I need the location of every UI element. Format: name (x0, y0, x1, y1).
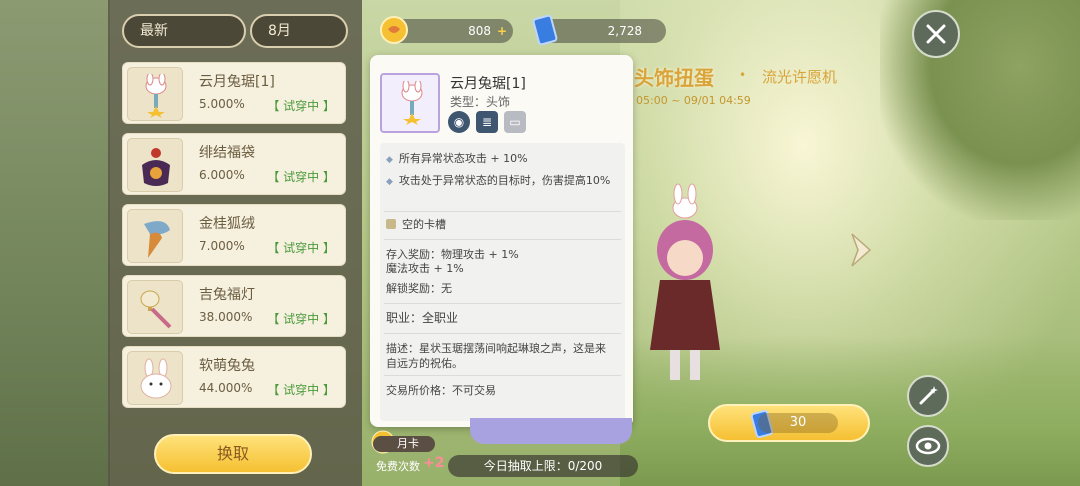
job-line: 职业：全职业 (386, 311, 459, 325)
daily-limit: 今日抽取上限：0/200 (448, 455, 638, 477)
divider (384, 239, 621, 240)
fox-tail-icon (127, 209, 183, 263)
list-item[interactable]: 云月兔琚[1] 5.000% 【 试穿中 】 (122, 62, 346, 124)
trial-status[interactable]: 【 试穿中 】 (267, 310, 335, 327)
eye-icon[interactable]: ◉ (448, 111, 470, 133)
month-filter[interactable]: 8月 (250, 14, 348, 48)
tooltip-item-name: 云月兔琚[1] (450, 76, 526, 92)
item-rate: 5.000% (199, 97, 245, 111)
list-item[interactable]: 软萌兔兔 44.000% 【 试穿中 】 (122, 346, 346, 408)
item-rate: 38.000% (199, 310, 253, 324)
draw-cost-value: 30 (758, 413, 838, 433)
close-button[interactable] (912, 10, 960, 58)
list-item[interactable]: 吉兔福灯 38.000% 【 试穿中 】 (122, 275, 346, 337)
free-count-bonus: +2 (423, 455, 445, 471)
bullet-icon: ◆ (386, 177, 393, 187)
next-arrow-icon[interactable] (846, 230, 876, 270)
description: 描述：星状玉琚摆荡间响起琳琅之声，这是来自远方的祝佑。 (386, 342, 606, 370)
character-preview (650, 183, 720, 380)
tooltip-body: ◆ 所有异常状态攻击 + 10% ◆ 攻击处于异常状态的目标时，伤害提高10% 空的… (380, 143, 625, 421)
item-rate: 6.000% (199, 168, 245, 182)
banner-dot: • (739, 68, 747, 82)
coin-balance: 808 + (380, 16, 513, 44)
bullet-icon: ◆ (386, 155, 393, 165)
divider (384, 375, 621, 376)
item-rate: 7.000% (199, 239, 245, 253)
preview-toggle-button[interactable] (907, 425, 949, 467)
card-slot-label: 空的卡槽 (402, 218, 446, 231)
draw-cost-button[interactable]: 30 (708, 404, 870, 442)
trial-status[interactable]: 【 试穿中 】 (267, 168, 335, 185)
item-name: 吉兔福灯 (199, 287, 255, 303)
card-slot-icon (386, 219, 396, 229)
book-icon[interactable]: ▭ (504, 111, 526, 133)
trial-status[interactable]: 【 试穿中 】 (267, 97, 335, 114)
divider (384, 211, 621, 212)
sort-filter[interactable]: 最新 (122, 14, 246, 48)
rabbit-pendant-icon (127, 67, 183, 121)
item-tooltip: 云月兔琚[1] 类型：头饰 ◉ ≣ ▭ ◆ 所有异常状态攻击 + 10% ◆ 攻击处… (370, 55, 633, 427)
banner-title: 头饰扭蛋 (634, 66, 714, 90)
trial-status[interactable]: 【 试穿中 】 (267, 381, 335, 398)
close-icon (926, 24, 946, 44)
coin-value: 808 (468, 24, 491, 38)
reward-list-panel: 最新 8月 云月兔琚[1] 5.000% 【 试穿中 】 绯结福袋 6.000%… (108, 0, 362, 486)
trial-status[interactable]: 【 试穿中 】 (267, 239, 335, 256)
banner-time: 05:00 ~ 09/01 04:59 (636, 94, 751, 107)
banner-subtitle: 流光许愿机 (762, 68, 838, 86)
tooltip-item-type: 类型：头饰 (450, 95, 511, 109)
coin-icon (380, 16, 408, 44)
deposit-reward: 存入奖励：物理攻击 + 1% (386, 248, 519, 261)
exchange-button[interactable]: 换取 (154, 434, 312, 474)
list-item[interactable]: 金桂狐绒 7.000% 【 试穿中 】 (122, 204, 346, 266)
deposit-reward-2: 魔法攻击 + 1% (386, 262, 464, 275)
effect-line: 攻击处于异常状态的目标时，伤害提高10% (398, 174, 611, 187)
lucky-bag-icon (127, 138, 183, 192)
item-name: 金桂狐绒 (199, 216, 255, 232)
card-info-icon[interactable]: ≣ (476, 111, 498, 133)
magic-wand-icon (919, 386, 938, 405)
background-tree (880, 0, 1080, 220)
month-card-badge[interactable]: 月卡 (373, 436, 435, 452)
item-name: 绯结福袋 (199, 145, 255, 161)
item-name: 云月兔琚[1] (199, 74, 275, 90)
item-rate: 44.000% (199, 381, 253, 395)
free-count-label: 免费次数 (376, 460, 420, 473)
item-name: 软萌兔兔 (199, 358, 255, 374)
ticket-value: 2,728 (607, 24, 642, 38)
eye-icon (915, 437, 941, 455)
effect-line: 所有异常状态攻击 + 10% (398, 152, 528, 165)
unlock-reward: 解锁奖励：无 (386, 282, 452, 295)
bunny-icon (127, 351, 183, 405)
background-left (0, 0, 110, 486)
free-draw-button[interactable] (470, 418, 632, 444)
trade-price: 交易所价格：不可交易 (386, 384, 496, 397)
add-coin-button[interactable]: + (497, 19, 507, 43)
rabbit-pendant-icon (380, 73, 440, 133)
divider (384, 333, 621, 334)
wand-button[interactable] (907, 375, 949, 417)
lantern-icon (127, 280, 183, 334)
ticket-balance: 2,728 (532, 15, 666, 46)
list-item[interactable]: 绯结福袋 6.000% 【 试穿中 】 (122, 133, 346, 195)
ticket-icon (532, 15, 558, 46)
divider (384, 303, 621, 304)
